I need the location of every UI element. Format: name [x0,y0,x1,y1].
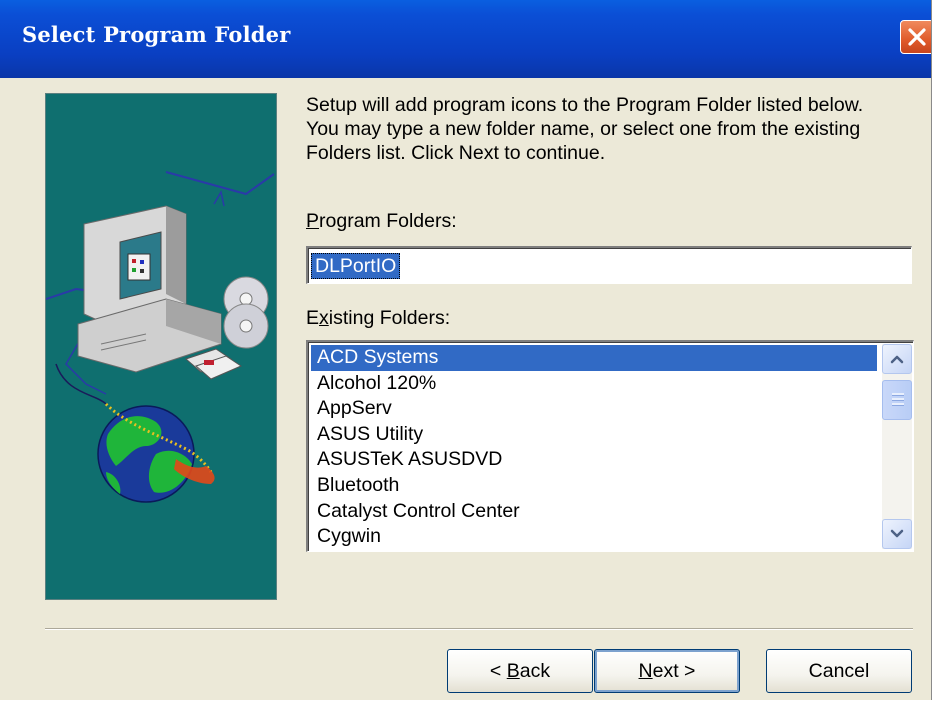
next-button-accel: N [638,660,653,682]
setup-dialog: Select Program Folder Setup will add pro… [0,0,932,700]
back-button-accel: B [506,660,520,682]
title-bar[interactable]: Select Program Folder [0,0,931,78]
chevron-up-icon [890,355,904,364]
existing-folders-label: Existing Folders: [306,307,450,330]
back-button[interactable]: < Back [447,649,593,693]
close-button[interactable] [900,20,931,54]
list-item[interactable]: ACD Systems [311,345,877,371]
program-folders-label-accel: P [306,210,320,232]
setup-illustration [45,93,277,600]
scroll-thumb[interactable] [882,380,912,420]
existing-folders-label-pre: E [306,307,320,329]
existing-folders-list[interactable]: ACD Systems Alcohol 120% AppServ ASUS Ut… [306,340,914,552]
list-item[interactable]: AppServ [311,396,877,422]
scroll-down-button[interactable] [882,519,912,549]
back-button-rest: ack [519,660,551,682]
window-title: Select Program Folder [22,22,291,47]
program-folder-value: DLPortIO [311,253,401,279]
scroll-grip-line [892,403,904,406]
program-folder-input[interactable]: DLPortIO [306,246,912,284]
program-folders-label-rest: rogram Folders: [319,210,457,232]
list-item[interactable]: Alcohol 120% [311,371,877,397]
next-button[interactable]: Next > [594,649,740,693]
program-folders-label: Program Folders: [306,210,457,233]
setup-description: Setup will add program icons to the Prog… [306,94,864,164]
existing-folders-label-accel: x [319,307,329,329]
list-item[interactable]: ASUS Utility [311,422,877,448]
list-scrollbar[interactable] [882,344,912,549]
next-button-rest: ext > [652,660,696,682]
scroll-grip-line [892,393,904,396]
computer-globe-illustration [46,171,275,503]
scroll-grip-line [892,398,904,401]
back-button-prefix: < [489,660,507,682]
close-icon [908,28,926,46]
existing-folders-label-rest: isting Folders: [328,307,451,329]
list-item[interactable]: Catalyst Control Center [311,499,877,525]
chevron-down-icon [890,529,904,538]
button-separator [45,628,913,630]
list-item[interactable]: Cygwin [311,524,877,550]
list-item[interactable]: ASUSTeK ASUSDVD [311,447,877,473]
cancel-button[interactable]: Cancel [766,649,912,693]
list-item[interactable]: Bluetooth [311,473,877,499]
scroll-up-button[interactable] [882,344,912,374]
